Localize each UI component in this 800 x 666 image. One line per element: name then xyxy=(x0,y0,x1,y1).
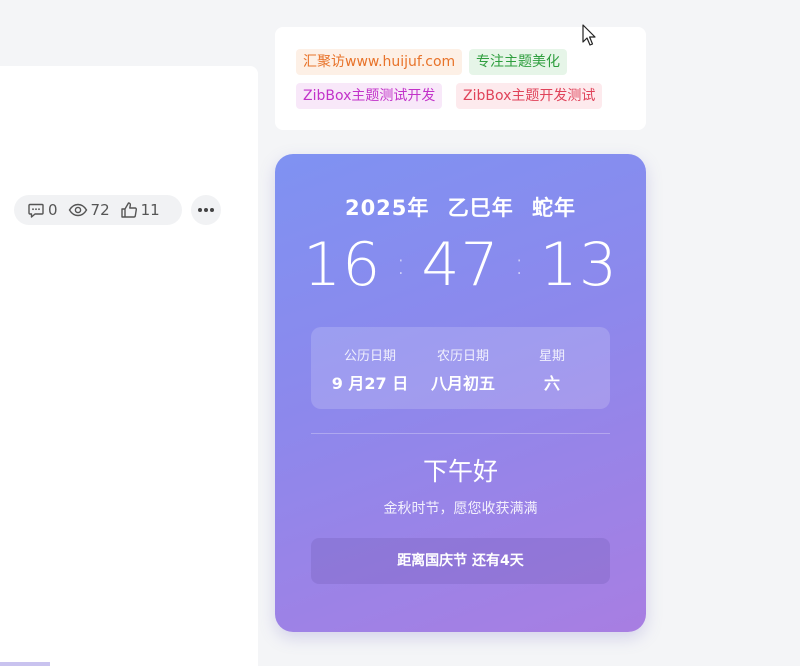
clock-hour: 16 xyxy=(302,230,382,300)
more-icon xyxy=(198,208,214,212)
like-button[interactable]: 11 xyxy=(120,201,160,219)
eye-icon xyxy=(68,203,87,217)
view-count-value: 72 xyxy=(90,201,110,219)
clock-separator: : xyxy=(395,247,407,282)
date-info-panel: 公历日期 9 月27 日 农历日期 八月初五 星期 六 xyxy=(311,327,610,409)
page: 0 72 11 汇聚访www.huijuf.com 专注主题美化 ZibBox主… xyxy=(0,0,800,666)
year-label: 2025年 乙巳年 蛇年 xyxy=(344,196,577,220)
greeting-subtitle: 金秋时节，愿您收获满满 xyxy=(383,501,538,517)
clock-minute: 47 xyxy=(421,230,500,300)
comment-count[interactable]: 0 xyxy=(27,201,58,219)
weekday-value: 六 xyxy=(543,374,560,393)
clock-second: 13 xyxy=(539,230,619,300)
like-count-value: 11 xyxy=(140,201,160,219)
tag-link[interactable]: ZibBox主题测试开发 xyxy=(296,83,443,109)
divider xyxy=(311,433,610,434)
solar-date-value: 9 月27 日 xyxy=(331,374,409,393)
digital-clock: 16 : 47 : 13 xyxy=(275,230,646,300)
thumbs-up-icon xyxy=(120,202,137,218)
weekday-label: 星期 xyxy=(538,349,565,364)
calendar-widget: 2025年 乙巳年 蛇年 16 : 47 : 13 公历日期 9 月27 日 农… xyxy=(275,154,646,632)
mouse-cursor-icon xyxy=(582,24,596,46)
greeting: 下午好 xyxy=(422,457,498,486)
bottom-accent-bar xyxy=(0,662,50,666)
more-options-button[interactable] xyxy=(191,195,221,225)
solar-date-label: 公历日期 xyxy=(343,349,396,364)
tag-link[interactable]: 专注主题美化 xyxy=(469,49,567,75)
post-meta-bar: 0 72 11 xyxy=(14,195,182,225)
tag-link[interactable]: ZibBox主题开发测试 xyxy=(456,83,603,109)
lunar-date-value: 八月初五 xyxy=(430,374,495,393)
post-card xyxy=(0,66,258,666)
comment-count-value: 0 xyxy=(48,201,58,219)
holiday-countdown: 距离国庆节 还有4天 xyxy=(311,538,610,584)
tag-link[interactable]: 汇聚访www.huijuf.com xyxy=(296,49,463,75)
view-count: 72 xyxy=(68,201,110,219)
comment-icon xyxy=(28,203,44,218)
lunar-date-label: 农历日期 xyxy=(436,349,489,364)
clock-separator: : xyxy=(514,247,526,282)
